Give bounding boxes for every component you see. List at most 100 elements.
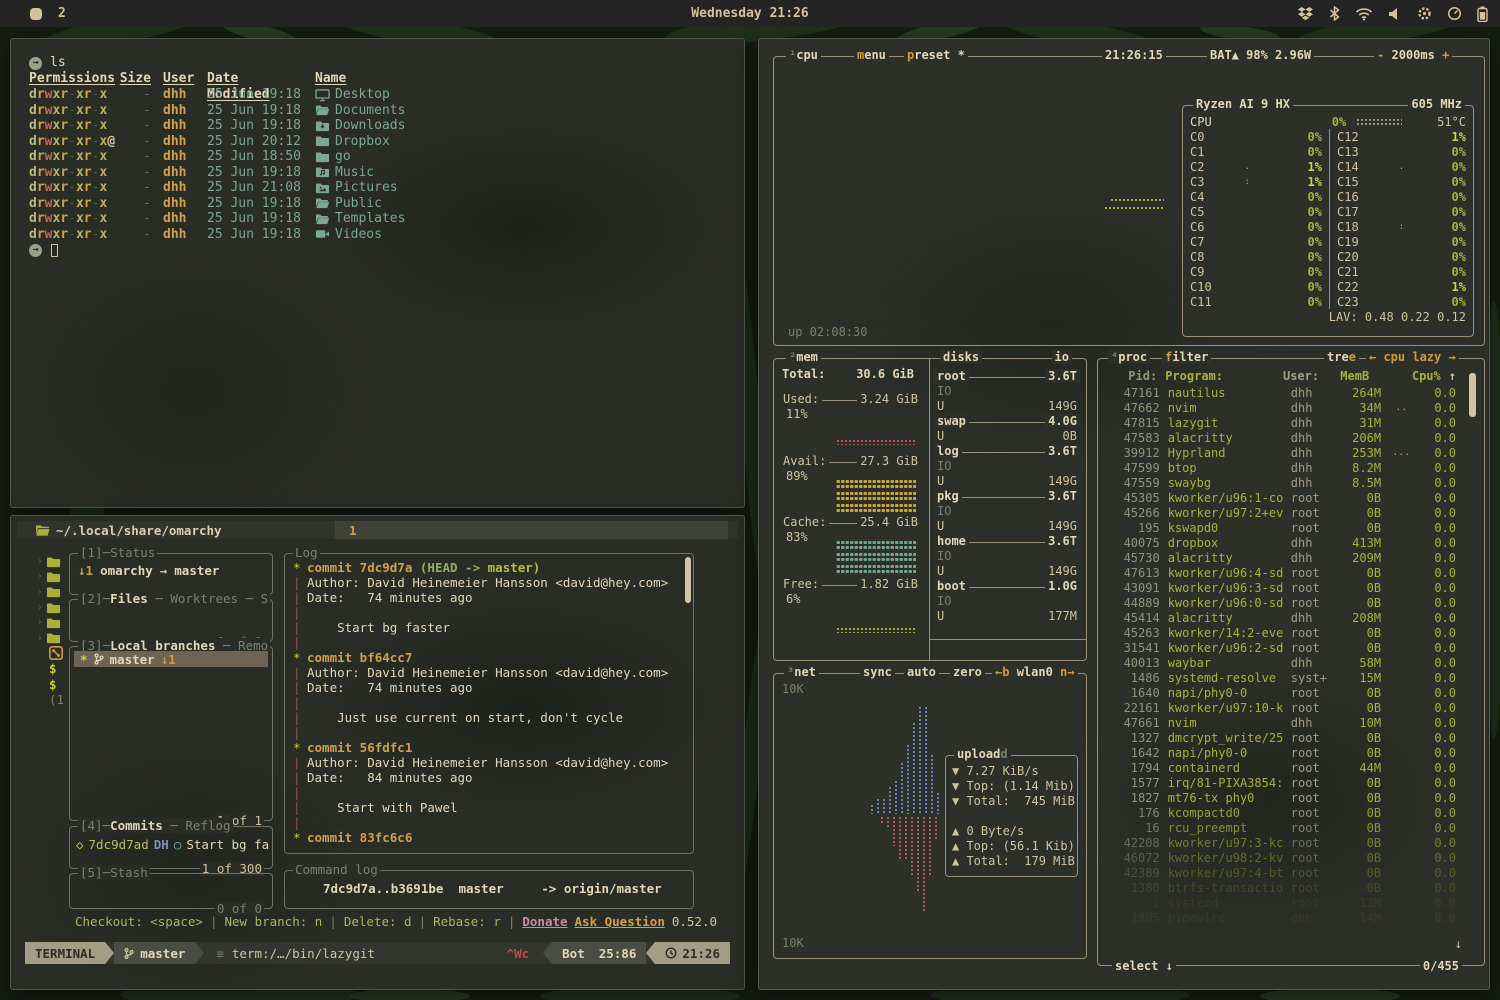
- proc-row[interactable]: 45263kworker/14:2-everoot0B0.0: [1104, 625, 1456, 640]
- proc-row[interactable]: 45730alacrittydhh209M0.0: [1104, 550, 1456, 565]
- keybinding[interactable]: Delete: d: [344, 914, 412, 930]
- proc-row[interactable]: 42389kworker/u97:4-btroot0B0.0: [1104, 865, 1456, 880]
- proc-row[interactable]: 39912Hyprlanddhh253M...0.0: [1104, 445, 1456, 460]
- explorer-item[interactable]: ›: [37, 630, 71, 645]
- command-text: ls: [50, 55, 66, 71]
- terminal-window-btop[interactable]: ¹cpu menu preset * 21:26:15 BAT▲ 98% 2.9…: [758, 38, 1490, 990]
- prompt-arrow-icon: →: [29, 244, 42, 257]
- proc-row[interactable]: 47613kworker/u96:4-sdroot0B0.0: [1104, 565, 1456, 580]
- panel-files[interactable]: [2]─Files ─ Worktrees ─ S 0 of 0: [69, 599, 273, 642]
- proc-row[interactable]: 1827mt76-tx phy0root0B0.0: [1104, 790, 1456, 805]
- proc-row[interactable]: 44889kworker/u96:0-sdroot0B0.0: [1104, 595, 1456, 610]
- proc-row[interactable]: 195kswapd0root0B0.0: [1104, 520, 1456, 535]
- proc-filter-button[interactable]: filter: [1162, 350, 1211, 364]
- proc-row[interactable]: 1systemdroot13M0.0: [1104, 895, 1456, 910]
- explorer-item[interactable]: ›: [37, 585, 71, 600]
- proc-row[interactable]: 31541kworker/u96:2-sdroot0B0.0: [1104, 640, 1456, 655]
- gauge-icon[interactable]: [1447, 6, 1462, 21]
- branch-row-master[interactable]: * master ↓1: [74, 651, 268, 667]
- btop-preset-button[interactable]: preset *: [904, 48, 968, 62]
- explorer-item[interactable]: ›: [37, 615, 71, 630]
- proc-row[interactable]: 47583alacrittydhh206M0.0: [1104, 430, 1456, 445]
- btop-menu-button[interactable]: menu: [854, 48, 889, 62]
- btop-net-box[interactable]: ³net sync auto zero ←b wlan0 n→ 10K 10K …: [773, 673, 1087, 959]
- proc-select-control[interactable]: select ↓: [1112, 959, 1176, 973]
- net-zero-button[interactable]: zero: [950, 665, 985, 679]
- proc-row[interactable]: 47662nvimdhh34M..0.0: [1104, 400, 1456, 415]
- explorer-item[interactable]: [37, 646, 71, 661]
- terminal-window-lazygit[interactable]: ~/.local/share/omarchy 1 ››››››$$(1 [1]─…: [10, 515, 745, 990]
- proc-sort-switcher[interactable]: ← cpu lazy →: [1366, 350, 1459, 364]
- proc-row[interactable]: 43091kworker/u96:3-sdroot0B0.0: [1104, 580, 1456, 595]
- bluetooth-icon[interactable]: [1329, 6, 1340, 21]
- net-interface-switcher[interactable]: ←b wlan0 n→: [992, 665, 1078, 679]
- ask-question-link[interactable]: Ask Question: [575, 914, 665, 930]
- proc-row[interactable]: 1640napi/phy0-0root0B0.0: [1104, 685, 1456, 700]
- proc-row[interactable]: 47661nvimdhh10M0.0: [1104, 715, 1456, 730]
- prompt-line-active[interactable]: →: [29, 242, 726, 258]
- proc-row[interactable]: 40075dropboxdhh413M0.0: [1104, 535, 1456, 550]
- proc-row[interactable]: 45266kworker/u97:2+evroot0B0.0: [1104, 505, 1456, 520]
- keybinding[interactable]: Checkout: <space>: [75, 914, 203, 930]
- proc-row[interactable]: 45414alacrittydhh208M0.0: [1104, 610, 1456, 625]
- proc-row[interactable]: 47599btopdhh8.2M0.0: [1104, 460, 1456, 475]
- net-auto-button[interactable]: auto: [904, 665, 939, 679]
- workspace-number[interactable]: 2: [58, 6, 66, 21]
- terminal-window-ls[interactable]: → ls Permissions Size User Date Modified…: [10, 38, 745, 508]
- btop-mem-box[interactable]: ²mem disks io Total: 30.6 GiB Used:3.24 …: [773, 358, 1087, 661]
- panel-log[interactable]: Log *commit 7dc9d7a (HEAD -> master)|Aut…: [284, 553, 694, 854]
- proc-header[interactable]: Pid: Program: User: MemB Cpu% ↑: [1104, 369, 1456, 383]
- explorer-item[interactable]: (1: [37, 692, 71, 707]
- commit-row[interactable]: ◇ 7dc9d7ad DH ○ Start bg fa: [76, 837, 269, 852]
- keybinding[interactable]: New branch: n: [224, 914, 322, 930]
- proc-row[interactable]: 176kcompactd0root0B0.0: [1104, 805, 1456, 820]
- explorer-item[interactable]: ›: [37, 600, 71, 615]
- workspace-indicator-icon[interactable]: [30, 8, 42, 20]
- battery-icon[interactable]: [1477, 6, 1488, 22]
- dropbox-icon[interactable]: [1297, 6, 1314, 21]
- explorer-item[interactable]: $: [37, 676, 71, 691]
- proc-row[interactable]: 1327dmcrypt_write/25root0B0.0: [1104, 730, 1456, 745]
- explorer-item[interactable]: ›: [37, 569, 71, 584]
- btop-interval-control[interactable]: - 2000ms +: [1374, 48, 1452, 62]
- proc-row[interactable]: 16rcu_preemptroot0B0.0: [1104, 820, 1456, 835]
- panel-command-log[interactable]: Command log 7dc9d7a..b3691be master -> o…: [284, 870, 694, 909]
- proc-row[interactable]: 1642napi/phy0-0root0B0.0: [1104, 745, 1456, 760]
- proc-scrollbar[interactable]: [1469, 373, 1476, 417]
- proc-row[interactable]: 47815lazygitdhh31M0.0: [1104, 415, 1456, 430]
- explorer-path[interactable]: ~/.local/share/omarchy: [35, 523, 222, 538]
- proc-tree-button[interactable]: tree: [1324, 350, 1359, 364]
- explorer-item[interactable]: $: [37, 661, 71, 676]
- proc-row[interactable]: 1577irq/81-PIXA3854:root0B0.0: [1104, 775, 1456, 790]
- btop-io-toggle[interactable]: io: [1052, 350, 1072, 364]
- panel-commits[interactable]: [4]─Commits ─ Reflog ◇ 7dc9d7ad DH ○ Sta…: [69, 826, 273, 869]
- gear-icon[interactable]: [1417, 6, 1432, 21]
- wifi-icon[interactable]: [1355, 7, 1373, 21]
- explorer-sidebar[interactable]: ››››››$$(1: [37, 554, 71, 707]
- proc-row[interactable]: 46072kworker/u98:2-kvroot0B0.0: [1104, 850, 1456, 865]
- proc-row[interactable]: 42208kworker/u97:3-kcroot0B0.0: [1104, 835, 1456, 850]
- proc-row[interactable]: 45305kworker/u96:1-coroot0B0.0: [1104, 490, 1456, 505]
- panel-status[interactable]: [1]─Status ↓1 omarchy → master: [69, 553, 273, 595]
- proc-row[interactable]: 1794containerdroot44M0.0: [1104, 760, 1456, 775]
- btop-cpu-box[interactable]: ¹cpu menu preset * 21:26:15 BAT▲ 98% 2.9…: [773, 56, 1485, 346]
- proc-row[interactable]: 47161nautilusdhh264M0.0: [1104, 385, 1456, 400]
- proc-list[interactable]: 47161nautilusdhh264M0.047662nvimdhh34M..…: [1104, 385, 1456, 925]
- proc-row[interactable]: 22161kworker/u97:10-kroot0B0.0: [1104, 700, 1456, 715]
- keybinding[interactable]: Rebase: r: [433, 914, 501, 930]
- panel-stash[interactable]: [5]─Stash 0 of 0: [69, 873, 273, 909]
- proc-row[interactable]: 1805pipewiredhh14M0.0: [1104, 910, 1456, 925]
- volume-icon[interactable]: [1388, 7, 1402, 21]
- tab-1[interactable]: 1: [349, 523, 357, 538]
- proc-row[interactable]: 40013waybardhh58M0.0: [1104, 655, 1456, 670]
- log-scrollbar[interactable]: [685, 557, 691, 603]
- proc-row[interactable]: 47559swaybgdhh8.5M0.0: [1104, 475, 1456, 490]
- btop-disks-title[interactable]: disks: [940, 350, 982, 364]
- panel-branches[interactable]: [3]─Local branches ─ Remo * master ↓1 1 …: [69, 646, 273, 821]
- proc-row[interactable]: 1486systemd-resolvesyst+15M0.0: [1104, 670, 1456, 685]
- btop-proc-box[interactable]: ⁴proc filter tree ← cpu lazy → Pid: Prog…: [1097, 358, 1485, 966]
- donate-link[interactable]: Donate: [522, 914, 567, 930]
- proc-row[interactable]: 1380btrfs-transactioroot0B0.0: [1104, 880, 1456, 895]
- net-sync-button[interactable]: sync: [860, 665, 895, 679]
- explorer-item[interactable]: ›: [37, 554, 71, 569]
